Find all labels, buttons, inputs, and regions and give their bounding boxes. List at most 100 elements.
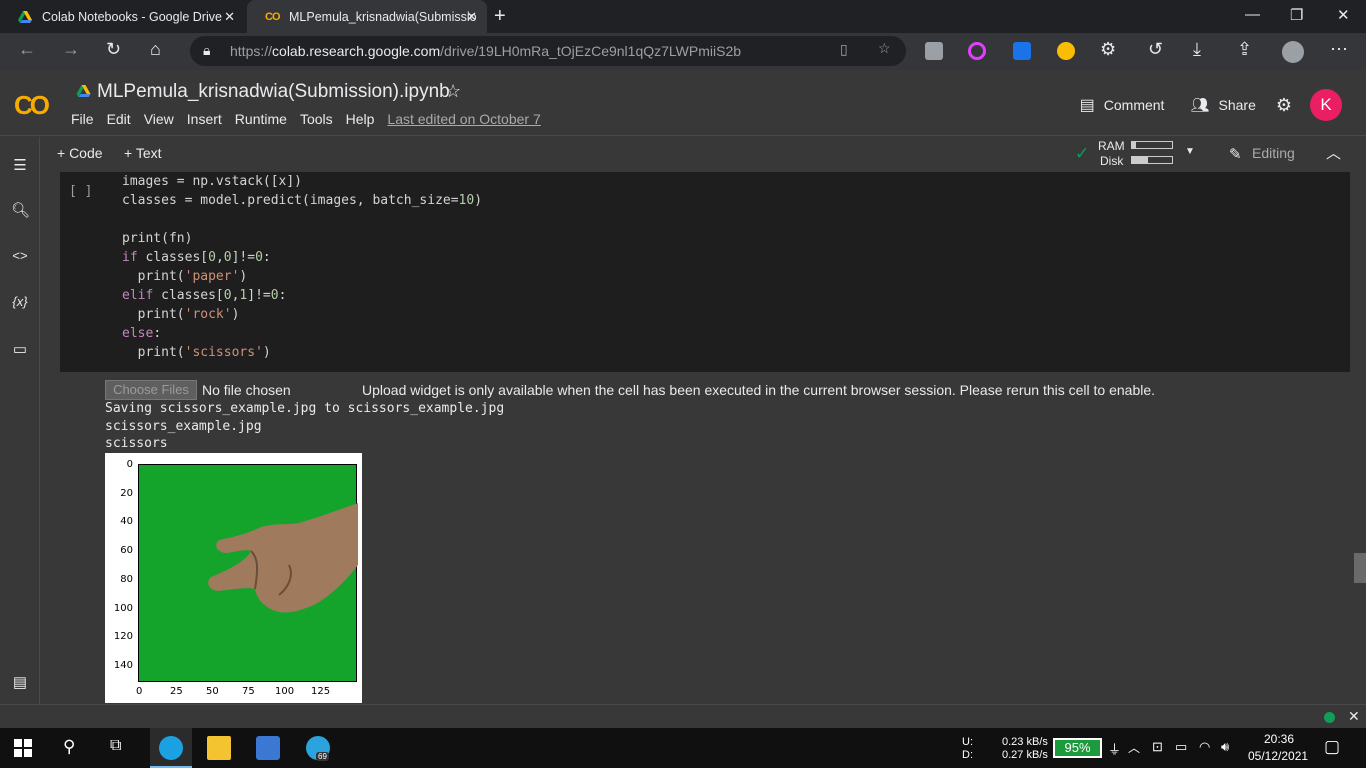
tab-title: Colab Notebooks - Google Drive (42, 9, 222, 24)
connected-check-icon: ✓ (1075, 144, 1090, 163)
scrollbar-thumb[interactable] (1354, 553, 1366, 583)
menu-view[interactable]: View (144, 111, 174, 127)
home-icon[interactable]: ⌂ (150, 39, 161, 60)
windows-start-icon[interactable] (14, 739, 32, 757)
url-host: colab.research.google.com (272, 43, 441, 59)
clock-time[interactable]: 20:36 (1264, 732, 1294, 746)
header-actions: ▤ Comment 👥︎ Share ⚙ K (1080, 89, 1366, 121)
tab-colab-notebook[interactable]: CO MLPemula_krisnadwia(Submissio ✕ (247, 0, 487, 33)
x-tick-label: 50 (206, 686, 219, 697)
reload-icon[interactable]: ↻ (106, 39, 121, 60)
forward-icon[interactable]: → (62, 39, 80, 60)
tab-colab-notebooks-drive[interactable]: Colab Notebooks - Google Drive ✕ (0, 0, 245, 33)
extension-blue-icon[interactable] (1013, 42, 1031, 60)
comment-button[interactable]: Comment (1104, 97, 1165, 113)
share-button[interactable]: Share (1219, 97, 1256, 113)
tab-title: MLPemula_krisnadwia(Submissio (289, 9, 477, 24)
back-icon[interactable]: ← (18, 39, 36, 60)
menu-file[interactable]: File (71, 111, 94, 127)
menu-tools[interactable]: Tools (300, 111, 333, 127)
add-code-button[interactable]: + Code (57, 145, 103, 161)
close-tab-icon[interactable]: ✕ (224, 9, 235, 25)
variables-icon[interactable]: {x} (11, 294, 29, 312)
menu-runtime[interactable]: Runtime (235, 111, 287, 127)
disk-meter[interactable] (1131, 156, 1173, 164)
camera-icon[interactable]: ⊡ (1152, 739, 1163, 755)
download-label: D: (962, 749, 973, 761)
run-cell-button[interactable]: [ ] (69, 184, 92, 199)
command-palette-icon[interactable]: ▤ (11, 673, 29, 691)
task-view-icon[interactable]: ⧉ (110, 737, 121, 755)
notifications-icon[interactable]: ▢ (1324, 737, 1340, 757)
y-tick-label: 60 (120, 545, 133, 556)
more-menu-icon[interactable]: ⋯ (1330, 39, 1348, 60)
add-text-button[interactable]: + Text (124, 145, 162, 161)
status-dot (1324, 712, 1335, 723)
settings-gear-icon[interactable]: ⚙ (1276, 95, 1292, 116)
colab-logo[interactable]: CO (14, 90, 50, 121)
show-hidden-icons[interactable]: ︿ (1128, 739, 1140, 756)
store-icon[interactable] (256, 736, 280, 760)
code-snippets-icon[interactable]: <> (11, 248, 29, 266)
close-status-icon[interactable]: ✕ (1348, 708, 1360, 725)
restore-icon[interactable]: ❐ (1290, 6, 1303, 24)
google-drive-icon (76, 85, 91, 97)
no-file-label: No file chosen (202, 382, 291, 398)
power-plug-icon: ⏚ (1108, 742, 1122, 757)
wifi-icon[interactable]: ◠ (1199, 739, 1210, 755)
history-icon[interactable]: ↺ (1148, 39, 1163, 60)
last-edited-link[interactable]: Last edited on October 7 (387, 111, 540, 127)
extension-chrome-icon[interactable] (1057, 42, 1075, 60)
editing-mode-label[interactable]: Editing (1252, 145, 1295, 161)
collapse-header-icon[interactable]: ︿ (1326, 142, 1341, 163)
notebook-title[interactable]: MLPemula_krisnadwia(Submission).ipynb (97, 81, 450, 103)
menu-help[interactable]: Help (346, 111, 375, 127)
runtime-dropdown-icon[interactable]: ▼ (1185, 146, 1195, 157)
browser-tab-strip: Colab Notebooks - Google Drive ✕ CO MLPe… (0, 0, 1366, 33)
battery-icon[interactable]: ▭ (1175, 739, 1187, 755)
lock-icon: 🔒︎ (203, 42, 211, 58)
output-line: scissors (105, 436, 168, 451)
extension-line-icon[interactable] (925, 42, 943, 60)
file-explorer-icon[interactable] (207, 736, 231, 760)
code-editor[interactable]: images = np.vstack([x]) classes = model.… (122, 172, 482, 362)
search-icon[interactable]: ⚲ (63, 737, 75, 757)
extensions-puzzle-icon[interactable]: ⚙ (1100, 39, 1116, 60)
colab-status-bar: ✕ (0, 704, 1366, 728)
ram-meter[interactable] (1131, 141, 1173, 149)
upload-speed: 0.23 kB/s (1002, 736, 1048, 748)
share-page-icon[interactable]: ⇪ (1237, 39, 1252, 60)
output-line: Saving scissors_example.jpg to scissors_… (105, 401, 505, 416)
x-tick-label: 25 (170, 686, 183, 697)
menu-edit[interactable]: Edit (107, 111, 131, 127)
favorite-star-icon[interactable]: ☆ (878, 40, 891, 57)
choose-files-button[interactable]: Choose Files (105, 380, 197, 400)
battery-indicator[interactable]: 95% (1053, 738, 1102, 758)
close-window-icon[interactable]: ✕ (1337, 6, 1350, 24)
reader-mode-icon[interactable]: ▯ (840, 41, 848, 58)
volume-icon[interactable]: 🔊︎ (1221, 739, 1229, 755)
clock-date[interactable]: 05/12/2021 (1248, 749, 1308, 763)
scissors-hand-image (138, 464, 358, 682)
menu-insert[interactable]: Insert (187, 111, 222, 127)
download-icon[interactable]: ⤓ (1193, 39, 1201, 60)
search-icon[interactable]: 🔍︎ (11, 201, 30, 219)
x-tick-label: 75 (242, 686, 255, 697)
profile-avatar-icon[interactable] (1282, 41, 1304, 63)
code-cell[interactable]: [ ] images = np.vstack([x]) classes = mo… (60, 172, 1350, 372)
minimize-icon[interactable]: — (1245, 6, 1260, 23)
new-tab-icon[interactable]: + (494, 5, 506, 28)
extension-circle-icon[interactable] (968, 42, 986, 60)
y-tick-label: 100 (113, 603, 133, 614)
avatar[interactable]: K (1310, 89, 1342, 121)
close-tab-icon[interactable]: ✕ (466, 9, 477, 25)
hand-illustration (208, 503, 358, 613)
colab-favicon-icon: CO (265, 10, 281, 23)
edge-taskbar-item[interactable] (150, 728, 192, 768)
disk-label: Disk (1100, 154, 1124, 168)
files-folder-icon[interactable]: ▭ (11, 340, 29, 358)
star-icon[interactable]: ☆ (445, 81, 461, 102)
google-drive-icon (18, 10, 32, 23)
address-bar[interactable]: 🔒︎ https://colab.research.google.com/dri… (190, 36, 906, 66)
table-of-contents-icon[interactable]: ☰ (11, 156, 29, 174)
